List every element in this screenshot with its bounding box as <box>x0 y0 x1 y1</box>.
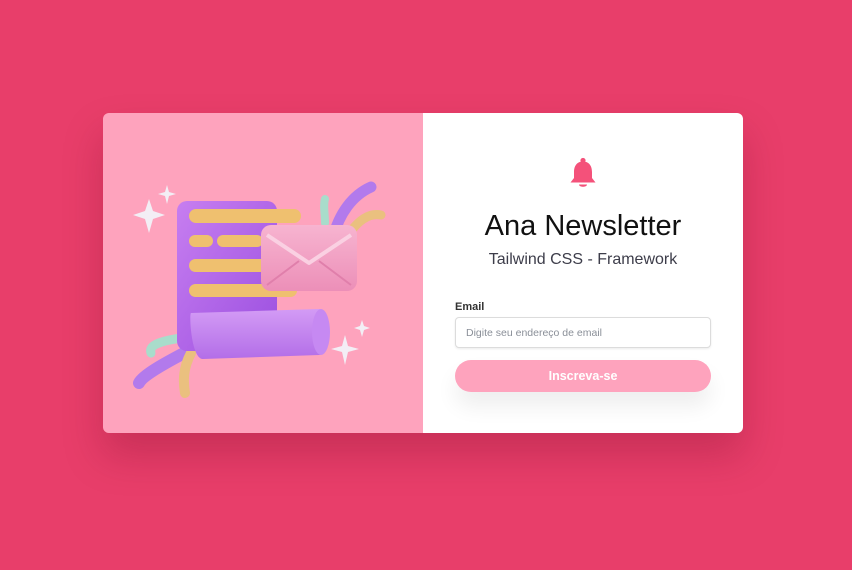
sparkle-icon <box>354 320 370 337</box>
page-subtitle: Tailwind CSS - Framework <box>488 251 678 268</box>
email-label: Email <box>455 301 485 313</box>
newsletter-card: Ana Newsletter Tailwind CSS - Framework … <box>103 113 743 433</box>
page-title: Ana Newsletter <box>484 210 682 242</box>
email-field[interactable] <box>455 317 711 348</box>
bell-icon <box>570 157 596 187</box>
signup-panel: Ana Newsletter Tailwind CSS - Framework … <box>423 113 743 433</box>
sparkle-icon <box>133 199 165 233</box>
newsletter-illustration <box>133 181 386 398</box>
subscribe-button[interactable]: Inscreva-se <box>455 360 711 392</box>
sparkle-icon <box>331 335 359 365</box>
illustration-panel <box>103 113 423 433</box>
sparkle-icon <box>158 185 176 204</box>
